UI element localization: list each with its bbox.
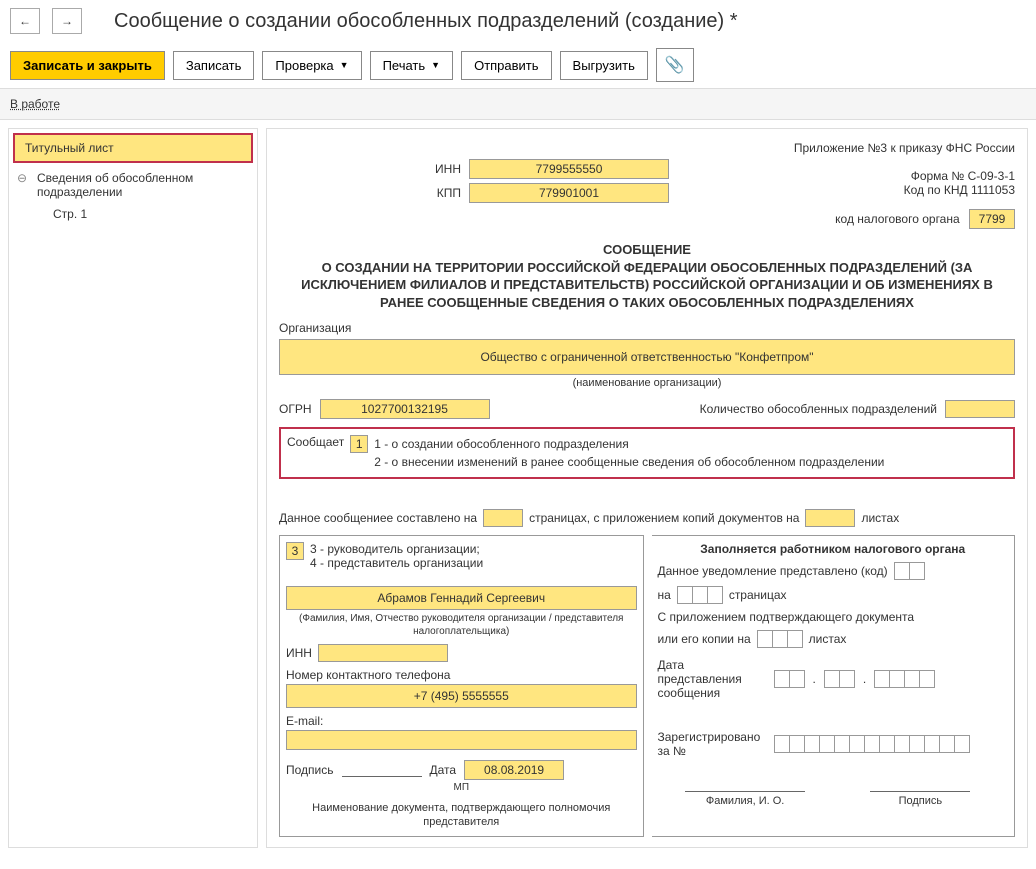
sign-label: Подпись	[286, 763, 334, 777]
phone-label: Номер контактного телефона	[286, 668, 637, 682]
status-bar: В работе	[0, 88, 1036, 120]
content-area: Приложение №3 к приказу ФНС России ИНН 7…	[266, 128, 1028, 848]
signer-opt3: 3 - руководитель организации;	[310, 542, 483, 556]
right-copy: или его копии на	[658, 632, 751, 646]
notice-code-cells	[894, 562, 925, 580]
page-title: Сообщение о создании обособленных подраз…	[114, 10, 738, 33]
chevron-down-icon: ▼	[340, 60, 349, 70]
right-sign: Подпись	[899, 795, 943, 807]
save-button[interactable]: Записать	[173, 51, 255, 80]
right-fio: Фамилия, И. О.	[706, 795, 784, 807]
reports-opt2: 2 - о внесении изменений в ранее сообщен…	[374, 453, 884, 471]
doc-title: СООБЩЕНИЕ О СОЗДАНИИ НА ТЕРРИТОРИИ РОССИ…	[299, 241, 995, 311]
fio-field[interactable]: Абрамов Геннадий Сергеевич	[286, 586, 637, 610]
send-button[interactable]: Отправить	[461, 51, 551, 80]
kpp-label: КПП	[279, 186, 469, 200]
sidebar-item-title-page[interactable]: Титульный лист	[13, 133, 253, 163]
tax-code-label: код налогового органа	[835, 212, 960, 226]
nav-back-button[interactable]: ←	[10, 8, 40, 34]
org-name-field[interactable]: Общество с ограниченной ответственностью…	[279, 339, 1015, 375]
reports-value-field[interactable]: 1	[350, 435, 368, 453]
right-pages-cells	[677, 586, 723, 604]
right-on: на	[658, 588, 671, 602]
right-sheets: листах	[809, 632, 847, 646]
doc-name-caption: Наименование документа, подтверждающего …	[286, 801, 637, 830]
print-button[interactable]: Печать ▼	[370, 51, 454, 80]
org-caption: (наименование организации)	[279, 377, 1015, 389]
pages-count-field[interactable]	[483, 509, 523, 527]
top-bar: ← → Сообщение о создании обособленных по…	[0, 0, 1036, 42]
chevron-down-icon: ▼	[431, 60, 440, 70]
sidebar-item-page1[interactable]: Стр. 1	[13, 203, 253, 225]
appendix-text: Приложение №3 к приказу ФНС России	[279, 141, 1015, 155]
reports-label: Сообщает	[287, 435, 344, 449]
pages-prefix: Данное сообщениее составлено на	[279, 511, 477, 525]
check-button[interactable]: Проверка ▼	[262, 51, 361, 80]
pages-suffix: листах	[861, 511, 899, 525]
right-present-date: Дата представления сообщения	[658, 658, 768, 700]
right-title: Заполняется работником налогового органа	[658, 542, 1009, 556]
inn2-label: ИНН	[286, 646, 312, 660]
save-close-button[interactable]: Записать и закрыть	[10, 51, 165, 80]
org-label: Организация	[279, 321, 1015, 335]
inn-field[interactable]: 7799555550	[469, 159, 669, 179]
date-day-cells	[774, 670, 805, 688]
reports-options: 1 - о создании обособленного подразделен…	[374, 435, 884, 471]
tax-worker-section: Заполняется работником налогового органа…	[652, 535, 1016, 837]
ogrn-label: ОГРН	[279, 402, 312, 416]
nav-forward-button[interactable]: →	[52, 8, 82, 34]
print-label: Печать	[383, 58, 426, 73]
toolbar: Записать и закрыть Записать Проверка ▼ Пе…	[0, 42, 1036, 88]
inn2-field[interactable]	[318, 644, 448, 662]
reports-opt1: 1 - о создании обособленного подразделен…	[374, 435, 884, 453]
status-link[interactable]: В работе	[10, 97, 60, 111]
mp-label: МП	[286, 782, 637, 793]
arrow-left-icon: ←	[19, 14, 31, 28]
tax-code-row: код налогового органа 7799	[279, 209, 1015, 229]
email-field[interactable]	[286, 730, 637, 750]
reports-section-highlighted: Сообщает 1 1 - о создании обособленного …	[279, 427, 1015, 479]
pages-middle: страницах, с приложением копий документо…	[529, 511, 799, 525]
date-month-cells	[824, 670, 855, 688]
export-button[interactable]: Выгрузить	[560, 51, 648, 80]
email-label: E-mail:	[286, 714, 637, 728]
inn-label: ИНН	[279, 162, 469, 176]
signer-opt4: 4 - представитель организации	[310, 556, 483, 570]
count-label: Количество обособленных подразделений	[700, 402, 937, 416]
right-notice: Данное уведомление представлено (код)	[658, 564, 888, 578]
count-field[interactable]	[945, 400, 1015, 418]
sheets-count-field[interactable]	[805, 509, 855, 527]
right-with-doc: С приложением подтверждающего документа	[658, 610, 915, 624]
right-registered: Зарегистрировано за №	[658, 730, 768, 758]
date-year-cells	[874, 670, 935, 688]
sidebar: Титульный лист Сведения об обособленном …	[8, 128, 258, 848]
sign-field	[342, 763, 422, 777]
arrow-right-icon: →	[61, 14, 73, 28]
signer-value-field[interactable]: 3	[286, 542, 304, 560]
phone-field[interactable]: +7 (495) 5555555	[286, 684, 637, 708]
sidebar-item-subdivision[interactable]: Сведения об обособленном подразделении	[13, 167, 253, 203]
paperclip-icon: 📎	[665, 55, 685, 75]
ogrn-field[interactable]: 1027700132195	[320, 399, 490, 419]
fio-caption: (Фамилия, Имя, Отчество руководителя орг…	[286, 612, 637, 638]
signer-section: 3 3 - руководитель организации; 4 - пред…	[279, 535, 644, 837]
reg-cells	[774, 735, 970, 753]
check-label: Проверка	[275, 58, 333, 73]
main-container: Титульный лист Сведения об обособленном …	[0, 120, 1036, 856]
right-pages: страницах	[729, 588, 787, 602]
attach-button[interactable]: 📎	[656, 48, 694, 82]
date-label: Дата	[430, 763, 457, 777]
signer-options: 3 - руководитель организации; 4 - предст…	[310, 542, 483, 570]
date-field[interactable]: 08.08.2019	[464, 760, 564, 780]
kpp-field[interactable]: 779901001	[469, 183, 669, 203]
right-sheets-cells	[757, 630, 803, 648]
tax-code-field[interactable]: 7799	[969, 209, 1015, 229]
